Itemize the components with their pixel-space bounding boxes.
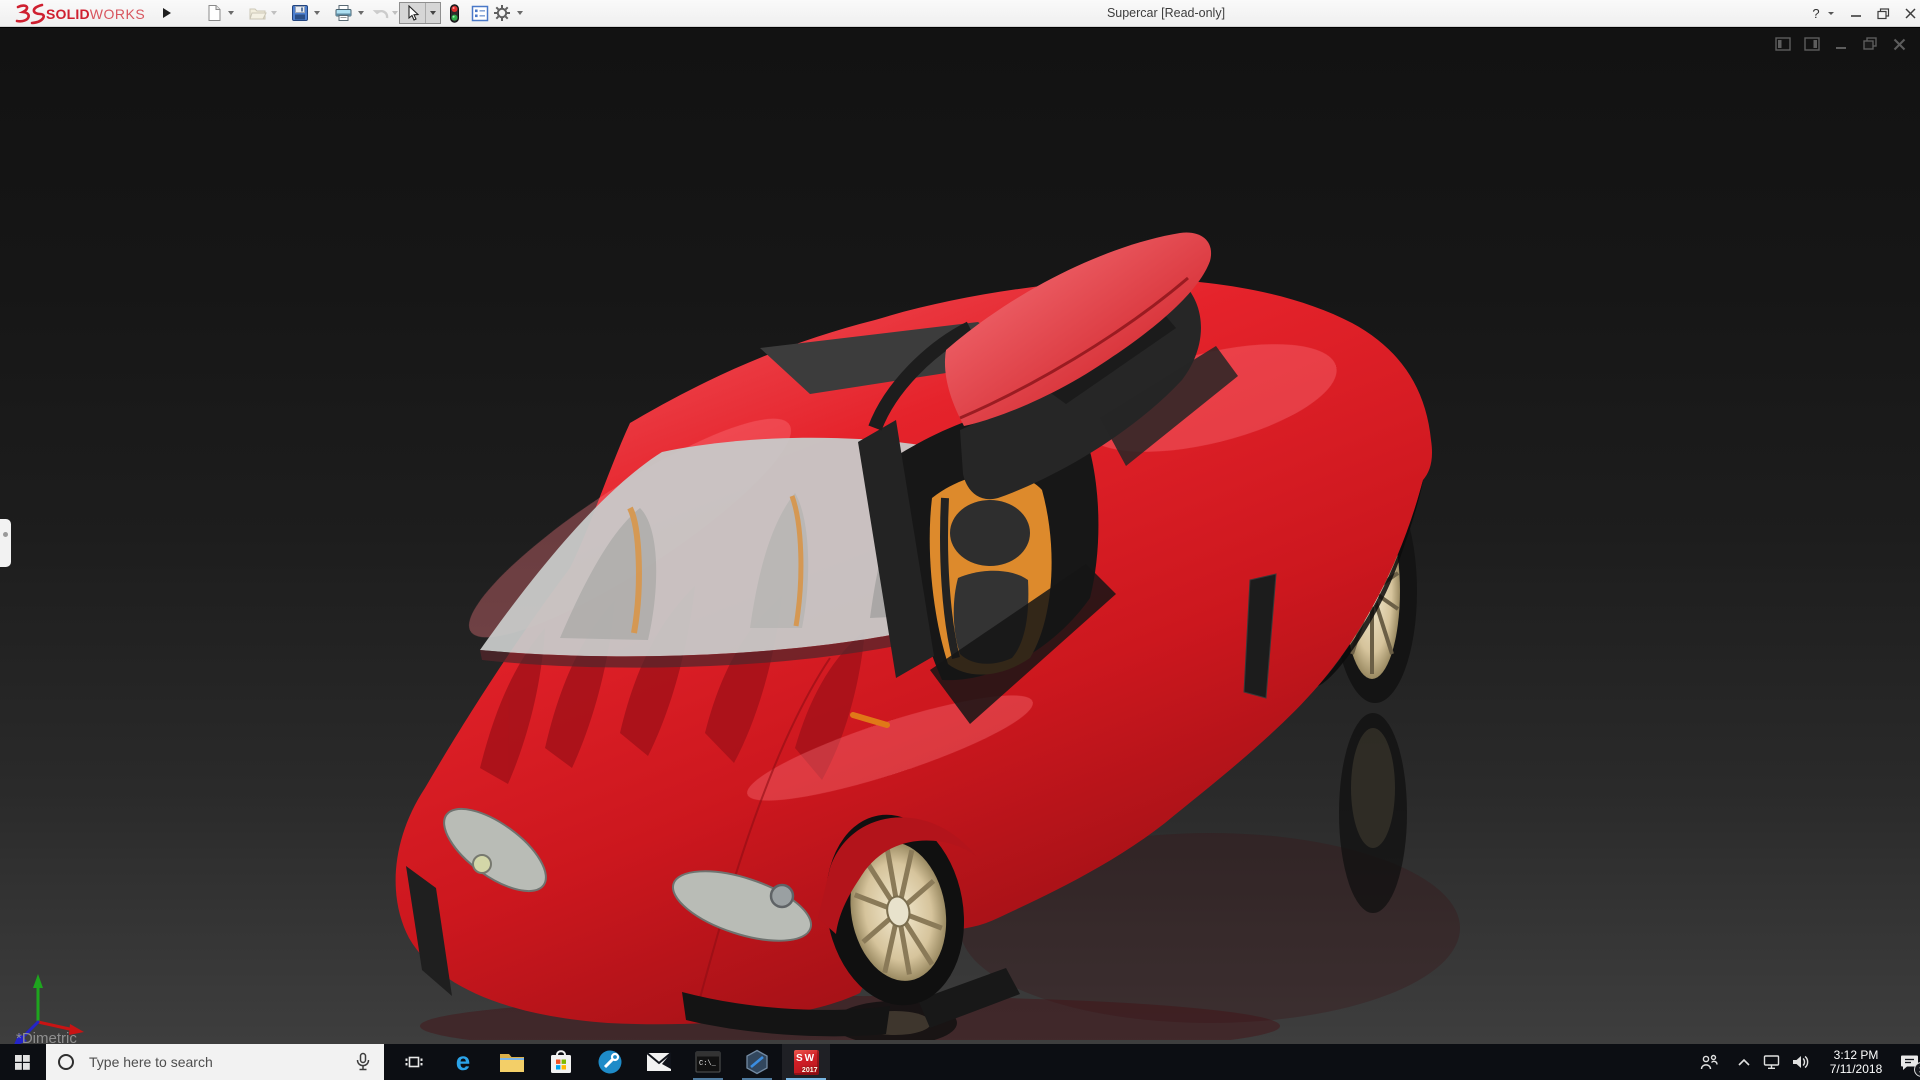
stoplight-icon [449,3,459,23]
notification-badge: 3 [1914,1062,1920,1077]
action-center-button[interactable]: 3 [1896,1044,1920,1080]
tools-app-button[interactable] [586,1044,634,1080]
help-dropdown[interactable] [1828,12,1834,15]
sw-year: 2017 [801,1066,818,1074]
options-dropdown[interactable] [517,11,523,15]
print-button[interactable] [333,3,353,23]
search-input[interactable] [87,1053,337,1071]
close-icon [1904,8,1916,19]
new-document-icon [208,5,221,21]
speaker-icon [1793,1055,1809,1069]
edge-icon: e [456,1049,470,1075]
edge-button[interactable]: e [439,1044,487,1080]
pane-toggle-right-icon[interactable] [1803,36,1821,52]
rebuild-stoplight-button[interactable] [444,3,464,23]
taskbar-search[interactable] [46,1044,384,1080]
chevron-up-icon [1738,1058,1750,1066]
cortana-icon [58,1054,74,1070]
save-floppy-icon [292,5,308,21]
windows-logo-icon [14,1054,30,1070]
file-explorer-icon [500,1054,524,1072]
hexagon-app-icon [746,1049,768,1075]
solidworks-logo-mark [15,3,45,24]
task-view-icon [405,1056,423,1068]
clock[interactable]: 3:12 PM 7/11/2018 [1814,1048,1898,1076]
properties-list-icon [471,5,489,21]
restore-icon [1876,7,1889,19]
solidworks-logo[interactable]: SOLID WORKS [12,2,145,25]
clock-time: 3:12 PM [1833,1048,1879,1062]
people-button[interactable] [1694,1044,1724,1080]
flyout-tab-handle [3,532,8,537]
select-tool-button[interactable] [399,2,441,24]
command-prompt-icon: C:\_ [695,1051,721,1073]
undo-icon [372,10,388,19]
volume-button[interactable] [1786,1044,1814,1080]
window-title: Supercar [Read-only] [1106,6,1226,20]
orientation-label: *Dimetric [16,1030,77,1044]
store-icon [551,1050,571,1073]
menu-expand-icon[interactable] [163,8,171,18]
new-document-button[interactable] [204,3,224,23]
gear-icon [494,5,510,21]
brand-text-bold: SOLID [46,5,90,22]
sw-letters: SW [795,1052,817,1064]
minimize-icon [1850,15,1861,17]
task-view-button[interactable] [390,1044,438,1080]
new-document-dropdown[interactable] [228,11,234,15]
open-folder-icon [248,8,267,20]
restore-button[interactable] [1872,0,1894,27]
solidworks-taskbar-button[interactable]: SW 2017 [782,1044,830,1080]
mail-button[interactable] [635,1044,683,1080]
solidworks-app-icon: SW 2017 [793,1049,819,1075]
open-button[interactable] [247,3,267,23]
doc-minimize-icon[interactable] [1832,36,1850,52]
network-icon [1763,1055,1780,1070]
pane-toggle-left-icon[interactable] [1774,36,1792,52]
select-cursor-icon [407,5,419,21]
titlebar: SOLID WORKS Supercar [Read-only] ? [0,0,1920,27]
microphone-icon[interactable] [354,1052,372,1072]
featuremanager-flyout-tab[interactable] [0,519,11,567]
store-button[interactable] [537,1044,585,1080]
network-button[interactable] [1758,1044,1786,1080]
close-button[interactable] [1899,0,1920,27]
graphics-viewport[interactable]: *Dimetric [0,28,1920,1044]
properties-button[interactable] [470,3,490,23]
undo-button[interactable] [371,3,391,23]
print-dropdown[interactable] [358,11,364,15]
svg-text:C:\_: C:\_ [699,1060,717,1068]
minimize-button[interactable] [1845,0,1867,27]
command-prompt-button[interactable]: C:\_ [684,1044,732,1080]
undo-dropdown[interactable] [392,11,398,15]
brand-text-light: WORKS [89,5,146,22]
doc-restore-icon[interactable] [1861,36,1879,52]
save-button[interactable] [290,3,310,23]
start-button[interactable] [0,1044,44,1080]
file-explorer-button[interactable] [488,1044,536,1080]
save-dropdown[interactable] [314,11,320,15]
3d-model-supercar[interactable] [330,228,1470,1040]
taskbar: e [0,1044,1920,1080]
mail-icon [646,1052,672,1071]
document-window-controls [1774,36,1908,52]
print-icon [335,5,351,21]
help-icon: ? [1812,6,1820,21]
show-hidden-icons-button[interactable] [1732,1044,1756,1080]
svg-text:e: e [456,1049,470,1075]
hexagon-app-button[interactable] [733,1044,781,1080]
doc-close-icon[interactable] [1890,36,1908,52]
help-button[interactable]: ? [1806,0,1826,27]
people-icon [1700,1054,1718,1069]
options-button[interactable] [492,3,512,23]
clock-date: 7/11/2018 [1829,1062,1883,1076]
wrench-circle-icon [598,1050,622,1074]
open-dropdown[interactable] [271,11,277,15]
select-dropdown[interactable] [430,11,436,15]
